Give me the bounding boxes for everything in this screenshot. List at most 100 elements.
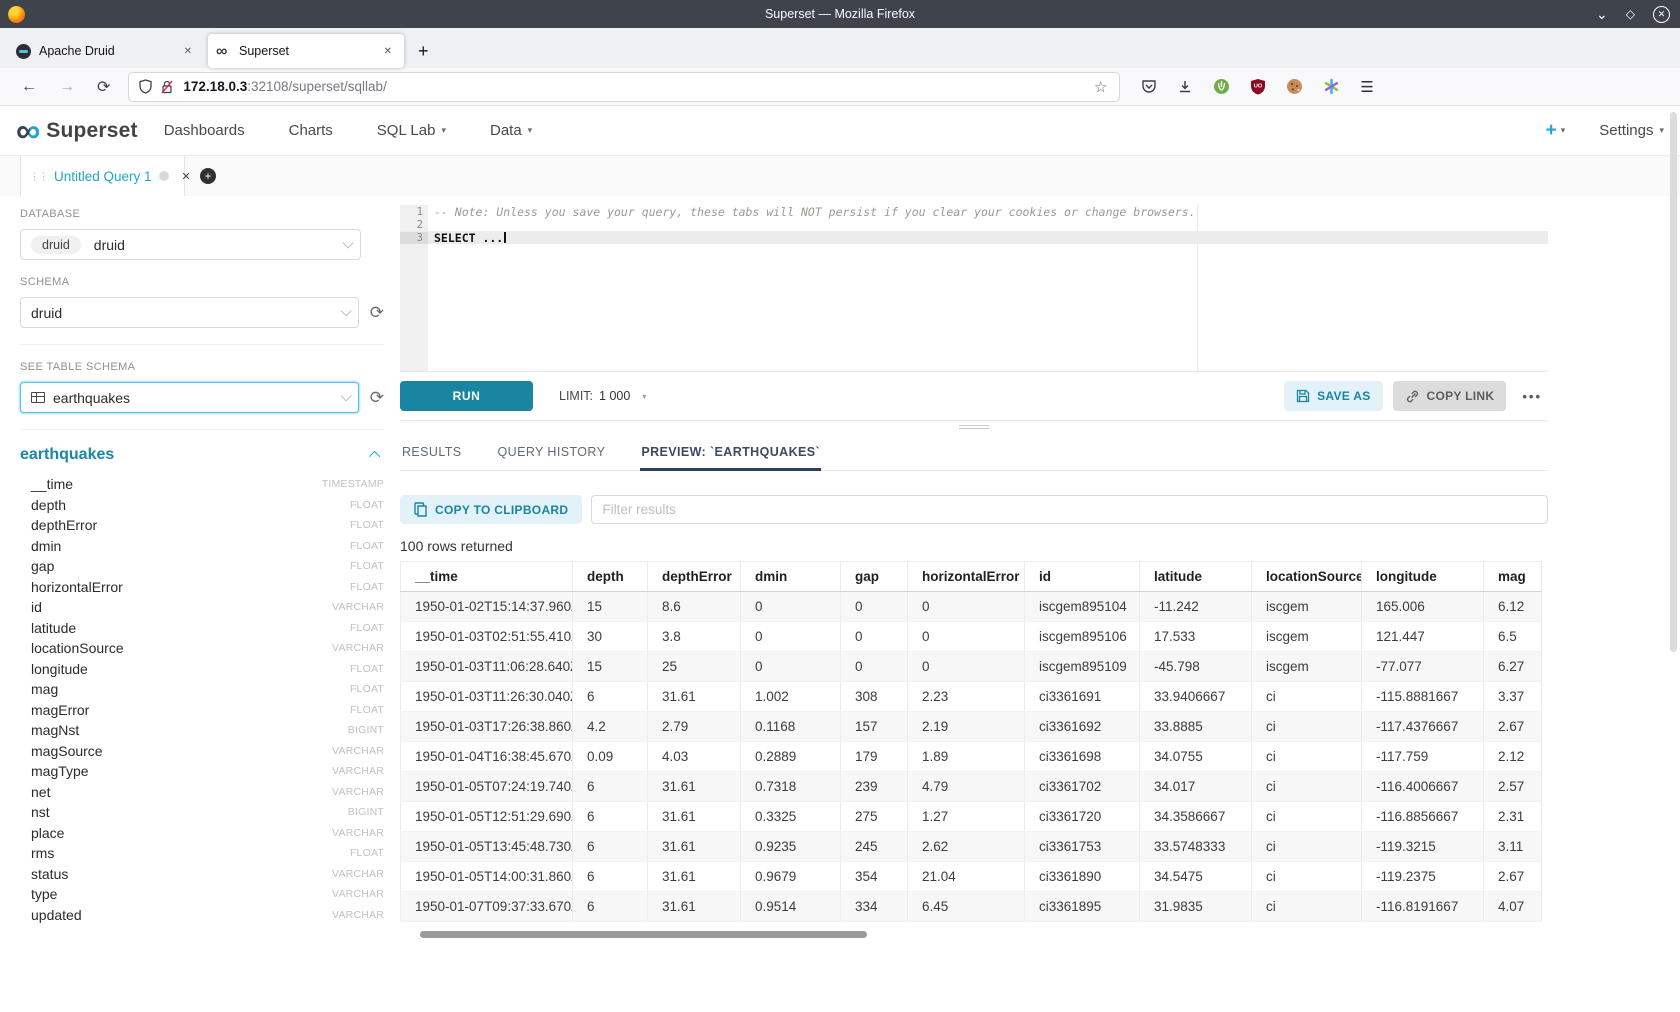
filter-results-input[interactable] — [591, 495, 1548, 524]
column-header[interactable]: depth — [573, 562, 648, 592]
superset-logo[interactable]: ∞ Superset — [16, 116, 138, 146]
column-header[interactable]: longitude — [1362, 562, 1484, 592]
line-number: 3 — [400, 232, 428, 244]
nav-item-data[interactable]: Data▾ — [490, 122, 532, 139]
table-cell: 0.9235 — [741, 832, 841, 862]
cookie-icon[interactable] — [1286, 78, 1303, 95]
scrollbar-thumb[interactable] — [1670, 112, 1677, 652]
nav-item-sql-lab[interactable]: SQL Lab▾ — [377, 122, 446, 139]
column-header[interactable]: dmin — [741, 562, 841, 592]
tab-query-history[interactable]: QUERY HISTORY — [497, 437, 607, 470]
table-cell: ci — [1252, 862, 1362, 892]
table-cell: 1950-01-05T12:51:29.690Z — [401, 802, 573, 832]
downloads-icon[interactable] — [1177, 79, 1193, 95]
column-name: dmin — [31, 538, 61, 554]
table-cell: 2.31 — [1484, 802, 1542, 832]
table-select[interactable]: earthquakes — [20, 382, 359, 413]
more-actions-button[interactable]: ••• — [1516, 389, 1548, 404]
new-tab-button[interactable]: + — [406, 41, 441, 68]
refresh-table-icon[interactable]: ⟳ — [370, 388, 384, 408]
browser-tab-superset[interactable]: ∞ Superset ✕ — [208, 34, 404, 68]
menu-hamburger-icon[interactable]: ☰ — [1360, 78, 1373, 96]
column-header[interactable]: depthError — [648, 562, 741, 592]
database-select[interactable]: druid druid — [20, 229, 361, 260]
nav-item-dashboards[interactable]: Dashboards — [164, 122, 245, 139]
url-bar[interactable]: 172.18.0.3:32108/superset/sqllab/ ☆ — [129, 73, 1119, 101]
query-tab-active[interactable]: ⋮⋮ Untitled Query 1 ✕ — [20, 156, 185, 196]
window-title: Superset — Mozilla Firefox — [0, 7, 1680, 21]
privacy-badger-icon[interactable] — [1213, 78, 1230, 95]
column-header[interactable]: __time — [401, 562, 573, 592]
column-type: FLOAT — [350, 560, 384, 572]
table-cell: 30 — [573, 622, 648, 652]
superset-logo-icon: ∞ — [16, 116, 40, 146]
column-header[interactable]: mag — [1484, 562, 1542, 592]
scrollbar-thumb[interactable] — [420, 931, 867, 938]
window-titlebar: Superset — Mozilla Firefox ⌄ ◇ ✕ — [0, 0, 1680, 28]
collapse-chevron-icon[interactable] — [369, 451, 380, 462]
schema-select[interactable]: druid — [20, 297, 359, 328]
column-header[interactable]: locationSource — [1252, 562, 1362, 592]
page-vertical-scrollbar[interactable] — [1670, 106, 1678, 1012]
insecure-lock-icon[interactable] — [161, 80, 173, 94]
refresh-schema-icon[interactable]: ⟳ — [370, 303, 384, 323]
column-header[interactable]: gap — [841, 562, 908, 592]
table-cell: 4.03 — [648, 742, 741, 772]
window-maximize-button[interactable]: ◇ — [1626, 7, 1635, 21]
horizontal-scrollbar[interactable] — [400, 931, 1548, 939]
editor-toolbar: RUN LIMIT: 1 000 ▾ SAVE AS COPY LINK ••• — [400, 371, 1548, 421]
reload-button[interactable]: ⟳ — [86, 77, 121, 97]
column-type: VARCHAR — [332, 765, 384, 777]
add-query-tab-button[interactable]: + — [185, 156, 231, 196]
nav-item-charts[interactable]: Charts — [289, 122, 333, 139]
url-host: 172.18.0.3 — [183, 79, 247, 94]
drag-handle-icon[interactable]: ⋮⋮ — [29, 170, 47, 183]
tab-close-icon[interactable]: ✕ — [380, 44, 396, 59]
limit-dropdown[interactable]: LIMIT: 1 000 ▾ — [559, 389, 646, 403]
column-header[interactable]: latitude — [1140, 562, 1252, 592]
chevron-down-icon: ▾ — [528, 125, 533, 136]
extension-asterisk-icon[interactable] — [1323, 78, 1340, 95]
copy-to-clipboard-button[interactable]: COPY TO CLIPBOARD — [400, 495, 582, 524]
new-item-button[interactable]: +▾ — [1546, 120, 1566, 142]
ublock-icon[interactable]: UO — [1250, 78, 1266, 95]
table-cell: 31.61 — [648, 892, 741, 922]
rows-returned-text: 100 rows returned — [400, 538, 1548, 554]
pocket-icon[interactable] — [1141, 79, 1157, 95]
window-close-button[interactable]: ✕ — [1653, 6, 1670, 23]
run-button[interactable]: RUN — [400, 381, 533, 411]
browser-tab-apache-druid[interactable]: Apache Druid ✕ — [8, 34, 204, 68]
column-type: VARCHAR — [332, 909, 384, 921]
table-cell: -115.8881667 — [1362, 682, 1484, 712]
tab-results[interactable]: RESULTS — [401, 437, 463, 470]
column-header[interactable]: id — [1025, 562, 1140, 592]
copy-link-button[interactable]: COPY LINK — [1393, 381, 1507, 411]
back-button[interactable]: ← — [10, 78, 48, 96]
table-name-heading[interactable]: earthquakes — [20, 446, 114, 464]
tab-preview-earthquakes[interactable]: PREVIEW: `EARTHQUAKES` — [640, 437, 821, 470]
bookmark-star-icon[interactable]: ☆ — [1092, 78, 1109, 96]
forward-button[interactable]: → — [48, 78, 86, 96]
table-cell: ci3361720 — [1025, 802, 1140, 832]
url-path: :32108/superset/sqllab/ — [247, 79, 387, 94]
table-cell: 1950-01-05T14:00:31.860Z — [401, 862, 573, 892]
column-header[interactable]: horizontalError — [908, 562, 1025, 592]
table-cell: ci — [1252, 892, 1362, 922]
svg-text:UO: UO — [1254, 84, 1263, 90]
pane-resize-handle[interactable] — [400, 421, 1548, 433]
save-as-button[interactable]: SAVE AS — [1284, 381, 1382, 411]
table-cell: ci — [1252, 802, 1362, 832]
column-name: rms — [31, 845, 54, 861]
table-cell: iscgem895106 — [1025, 622, 1140, 652]
sql-editor[interactable]: 1 -- Note: Unless you save your query, t… — [400, 205, 1548, 371]
window-minimize-button[interactable]: ⌄ — [1596, 9, 1608, 19]
table-cell: 34.017 — [1140, 772, 1252, 802]
url-text[interactable]: 172.18.0.3:32108/superset/sqllab/ — [183, 79, 1092, 94]
table-cell: 4.79 — [908, 772, 1025, 802]
settings-menu[interactable]: Settings▾ — [1599, 122, 1664, 139]
column-type: FLOAT — [350, 540, 384, 552]
table-cell: ci3361692 — [1025, 712, 1140, 742]
table-column-row: gap FLOAT — [20, 556, 384, 577]
tab-close-icon[interactable]: ✕ — [180, 44, 196, 59]
tracking-shield-icon[interactable] — [139, 79, 152, 94]
